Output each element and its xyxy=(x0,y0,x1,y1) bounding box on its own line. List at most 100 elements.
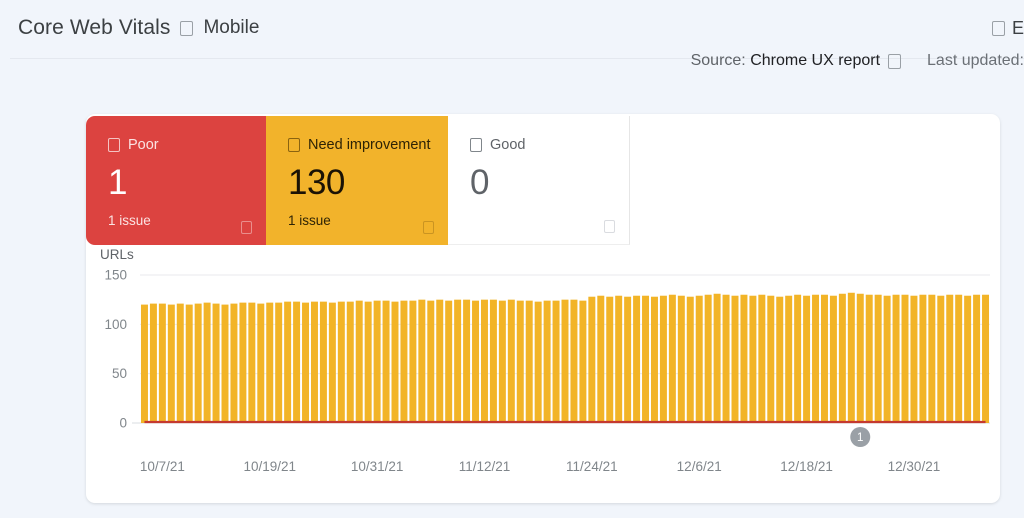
chart-bar[interactable] xyxy=(383,301,390,423)
chart-bar[interactable] xyxy=(311,302,318,423)
chart-bar[interactable] xyxy=(714,294,721,423)
chart-bar[interactable] xyxy=(830,296,837,423)
chart-bar[interactable] xyxy=(472,301,479,423)
chart-bar[interactable] xyxy=(633,296,640,423)
chart-bar[interactable] xyxy=(785,296,792,423)
info-icon[interactable] xyxy=(888,54,901,69)
chart-bar[interactable] xyxy=(660,296,667,423)
chart-bar[interactable] xyxy=(266,303,273,423)
chart-bar[interactable] xyxy=(418,300,425,423)
chart-bar[interactable] xyxy=(955,295,962,423)
chart-bar[interactable] xyxy=(767,296,774,423)
chart-bar[interactable] xyxy=(293,302,300,423)
chart-bar[interactable] xyxy=(204,303,211,423)
chart-bar[interactable] xyxy=(535,302,542,423)
chart-bar[interactable] xyxy=(651,297,658,423)
chart-bar[interactable] xyxy=(723,295,730,423)
poor-card-corner-icon[interactable] xyxy=(241,221,252,234)
chart-bar[interactable] xyxy=(177,304,184,423)
chart-bar[interactable] xyxy=(508,300,515,423)
chart-bar[interactable] xyxy=(803,296,810,423)
chart-bar[interactable] xyxy=(159,304,166,423)
chart-bar[interactable] xyxy=(248,303,255,423)
chart-bar[interactable] xyxy=(374,301,381,423)
export-control[interactable]: E xyxy=(992,18,1024,39)
status-card-poor[interactable]: Poor 1 1 issue xyxy=(86,116,266,245)
chart-bar[interactable] xyxy=(705,295,712,423)
chart-bar[interactable] xyxy=(642,296,649,423)
status-card-good[interactable]: Good 0 xyxy=(448,116,630,245)
chart-bar[interactable] xyxy=(875,295,882,423)
chart-bar[interactable] xyxy=(794,295,801,423)
chart-bar[interactable] xyxy=(517,301,524,423)
chart-bar[interactable] xyxy=(982,295,989,423)
chart-bar[interactable] xyxy=(866,295,873,423)
chart-bar[interactable] xyxy=(902,295,909,423)
chart-bar[interactable] xyxy=(365,302,372,423)
chart-bar[interactable] xyxy=(284,302,291,423)
chart-bar[interactable] xyxy=(678,296,685,423)
chart-bar[interactable] xyxy=(937,296,944,423)
chart-bar[interactable] xyxy=(150,304,157,423)
chart-bar[interactable] xyxy=(687,297,694,423)
chart-bar[interactable] xyxy=(749,296,756,423)
need-improvement-card-corner-icon[interactable] xyxy=(423,221,434,234)
chart-bar[interactable] xyxy=(356,301,363,423)
chart-bar[interactable] xyxy=(213,304,220,423)
chart-bar[interactable] xyxy=(526,301,533,423)
chart-bar[interactable] xyxy=(186,305,193,423)
chart-bar[interactable] xyxy=(588,297,595,423)
chart-bar[interactable] xyxy=(392,302,399,423)
chart-bar[interactable] xyxy=(776,297,783,423)
chart-bar[interactable] xyxy=(329,303,336,423)
chart-bar[interactable] xyxy=(347,302,354,423)
chart-bar[interactable] xyxy=(579,301,586,423)
chart-bar[interactable] xyxy=(239,303,246,423)
chart-bar[interactable] xyxy=(490,300,497,423)
chart-bar[interactable] xyxy=(553,301,560,423)
chart-bar[interactable] xyxy=(973,295,980,423)
chart-bar[interactable] xyxy=(740,295,747,423)
chart-bar[interactable] xyxy=(445,301,452,423)
chart-bar[interactable] xyxy=(732,296,739,423)
chart-bar[interactable] xyxy=(436,300,443,423)
chart-bar[interactable] xyxy=(230,304,237,423)
chart-bar[interactable] xyxy=(222,305,229,423)
status-card-need-improvement[interactable]: Need improvement 130 1 issue xyxy=(266,116,448,245)
chart-bar[interactable] xyxy=(615,296,622,423)
chart-bar[interactable] xyxy=(624,297,631,423)
urls-over-time-chart[interactable]: URLs05010015010/7/2110/19/2110/31/2111/1… xyxy=(86,243,1000,503)
chart-bar[interactable] xyxy=(562,300,569,423)
chart-bar[interactable] xyxy=(893,295,900,423)
chart-bar[interactable] xyxy=(839,294,846,423)
device-filter-label[interactable]: Mobile xyxy=(203,17,259,39)
chart-bar[interactable] xyxy=(606,297,613,423)
chart-bar[interactable] xyxy=(946,295,953,423)
good-card-corner-icon[interactable] xyxy=(604,220,615,233)
chart-bar[interactable] xyxy=(910,296,917,423)
chart-bar[interactable] xyxy=(302,303,309,423)
chart-bar[interactable] xyxy=(821,295,828,423)
chart-bar[interactable] xyxy=(338,302,345,423)
chart-bar[interactable] xyxy=(696,296,703,423)
chart-bar[interactable] xyxy=(409,301,416,423)
chart-bar[interactable] xyxy=(884,296,891,423)
chart-bar[interactable] xyxy=(964,296,971,423)
chart-bar[interactable] xyxy=(928,295,935,423)
chart-bar[interactable] xyxy=(758,295,765,423)
chart-bar[interactable] xyxy=(597,296,604,423)
chart-bar[interactable] xyxy=(275,303,282,423)
chart-bar[interactable] xyxy=(570,300,577,423)
chart-bar[interactable] xyxy=(454,300,461,423)
chart-bar[interactable] xyxy=(812,295,819,423)
chart-bar[interactable] xyxy=(848,293,855,423)
chart-bar[interactable] xyxy=(857,294,864,423)
chart-bar[interactable] xyxy=(320,302,327,423)
chart-bar[interactable] xyxy=(669,295,676,423)
chart-bar[interactable] xyxy=(400,301,407,423)
chart-bar[interactable] xyxy=(499,301,506,423)
chart-bar[interactable] xyxy=(141,305,148,423)
chart-bar[interactable] xyxy=(168,305,175,423)
chart-bar[interactable] xyxy=(257,304,264,423)
chart-bar[interactable] xyxy=(919,295,926,423)
